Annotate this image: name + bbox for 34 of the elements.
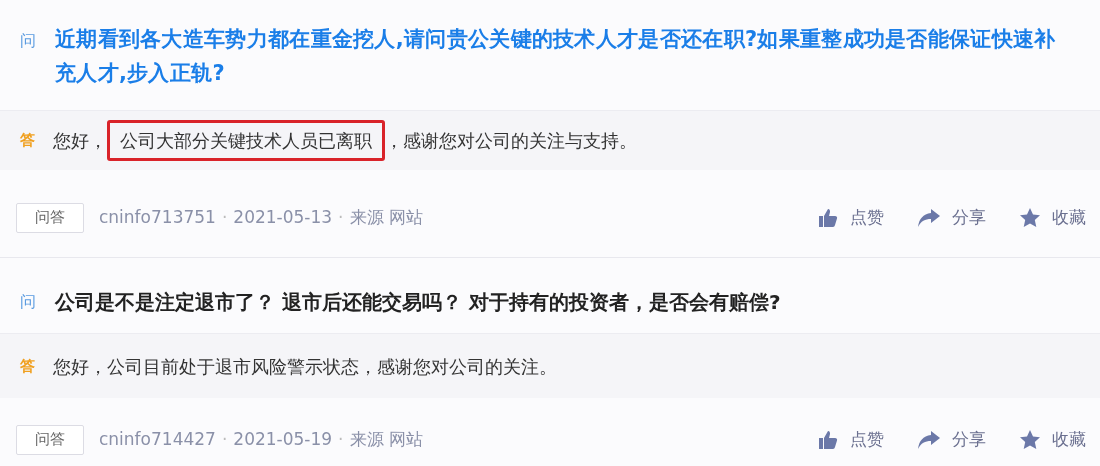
share-arrow-icon	[918, 208, 940, 227]
action-button[interactable]: 分享	[918, 204, 986, 231]
action-button[interactable]: 收藏	[1020, 426, 1086, 453]
question-mark: 问	[20, 30, 37, 52]
meta-text: 来源 网站	[349, 427, 423, 451]
answer-text: ，感谢您对公司的关注与支持。	[385, 129, 637, 153]
action-button[interactable]: 点赞	[818, 426, 884, 453]
share-arrow-icon	[918, 430, 940, 449]
highlighted-answer-text: 公司大部分关键技术人员已离职	[107, 120, 385, 161]
separator-dot: ·	[338, 205, 344, 229]
thumbs-up-icon	[818, 430, 838, 449]
action-button[interactable]: 分享	[918, 426, 986, 453]
meta-text: 2021-05-13	[233, 205, 333, 229]
answer-text: 您好，公司目前处于退市风险警示状态，感谢您对公司的关注。	[53, 354, 557, 379]
star-icon	[1020, 430, 1040, 449]
meta-text: cninfo713751	[99, 205, 216, 229]
meta-text: cninfo714427	[99, 427, 216, 451]
category-tag: 问答	[16, 202, 84, 233]
action-button[interactable]: 收藏	[1020, 204, 1086, 231]
question-mark: 问	[20, 290, 37, 313]
meta-text: 来源 网站	[349, 205, 423, 229]
answer-mark: 答	[20, 355, 36, 377]
meta-text: 2021-05-19	[233, 427, 333, 451]
separator-dot: ·	[221, 205, 228, 229]
action-button[interactable]: 点赞	[818, 204, 884, 231]
answer-text: 您好，	[53, 129, 107, 153]
star-icon	[1020, 208, 1040, 227]
thumbs-up-icon	[818, 208, 838, 227]
question-text[interactable]: 近期看到各大造车势力都在重金挖人,请问贵公关键的技术人才是否还在职?如果重整成功是否能保证快速补充人才,步入正轨?	[55, 22, 1070, 90]
answer-mark: 答	[20, 130, 36, 152]
separator-dot: ·	[338, 427, 344, 451]
question-text: 公司是不是注定退市了？ 退市后还能交易吗？ 对于持有的投资者，是否会有赔偿?	[55, 288, 781, 316]
category-tag: 问答	[16, 424, 84, 455]
separator-dot: ·	[221, 427, 228, 451]
